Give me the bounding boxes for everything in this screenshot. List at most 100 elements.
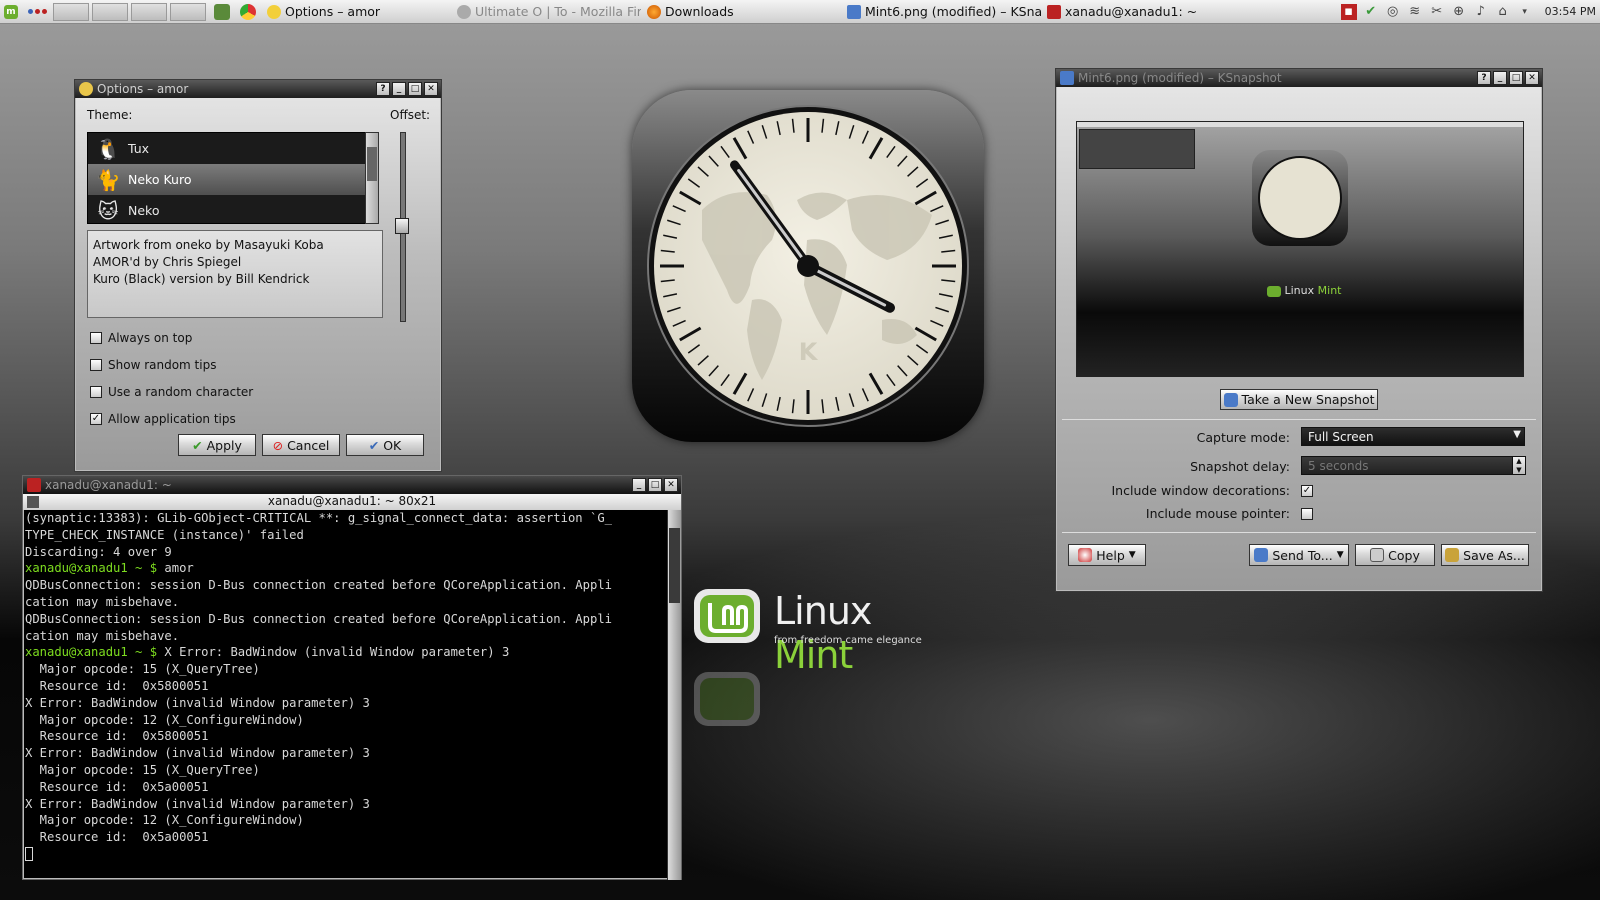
help-lifebuoy-icon bbox=[1078, 548, 1093, 562]
capture-mode-label: Capture mode: bbox=[1196, 430, 1290, 445]
theme-list[interactable]: 🐧 Tux 🐈 Neko Kuro 🐱 Neko bbox=[87, 132, 377, 224]
terminal-line: X Error: BadWindow (invalid Window param… bbox=[25, 745, 667, 762]
save-as-button[interactable]: Save As... bbox=[1441, 544, 1529, 566]
options-title: Options – amor bbox=[97, 82, 189, 96]
mouse-pointer-checkbox[interactable] bbox=[1301, 508, 1313, 520]
terminal-line: Resource id: 0x5800051 bbox=[25, 678, 667, 695]
always-on-top-checkbox[interactable]: Always on top bbox=[90, 331, 192, 345]
analog-clock-widget[interactable]: K bbox=[632, 90, 984, 442]
preview-clock bbox=[1252, 150, 1348, 246]
chevron-down-icon: ▼ bbox=[1513, 429, 1521, 440]
tray-app-icon[interactable]: ▪ bbox=[1340, 3, 1357, 20]
apply-button[interactable]: ✔ Apply bbox=[178, 434, 256, 456]
neko-cat-icon: 🐱 bbox=[97, 198, 119, 223]
ksnapshot-title: Mint6.png (modified) – KSnapshot bbox=[1078, 71, 1282, 85]
terminal-line: X Error: BadWindow (invalid Window param… bbox=[25, 796, 667, 813]
task-firefox[interactable]: Ultimate O | To - Mozilla Fire bbox=[451, 2, 641, 22]
pager-desktop-4[interactable] bbox=[170, 2, 206, 21]
scrollbar-thumb[interactable] bbox=[669, 528, 680, 603]
checkbox-box-checked[interactable]: ✓ bbox=[90, 413, 102, 425]
theme-list-scrollbar[interactable] bbox=[365, 132, 379, 224]
minimize-button[interactable]: _ bbox=[392, 82, 406, 96]
help-button[interactable]: Help ▼ bbox=[1068, 544, 1146, 566]
terminal-line-text: X Error: BadWindow (invalid Window param… bbox=[25, 746, 370, 761]
checkmark-icon: ✔ bbox=[192, 437, 203, 453]
close-button[interactable]: ✕ bbox=[664, 478, 678, 492]
terminal-window: xanadu@xanadu1: ~ _ □ ✕ xanadu@xanadu1: … bbox=[22, 475, 682, 880]
options-titlebar[interactable]: Options – amor ? _ □ ✕ bbox=[75, 80, 441, 98]
home-icon[interactable]: ⌂ bbox=[1495, 4, 1511, 20]
volume-icon[interactable]: ♪ bbox=[1473, 4, 1489, 20]
checkbox-box[interactable] bbox=[90, 332, 102, 344]
pager-desktop-3[interactable] bbox=[131, 2, 167, 21]
pager-desktop-2[interactable] bbox=[92, 2, 128, 21]
pager-desktop-1[interactable] bbox=[53, 2, 89, 21]
tray-expand-icon[interactable]: ▾ bbox=[1517, 4, 1533, 20]
maximize-button[interactable]: □ bbox=[408, 82, 422, 96]
window-decorations-checkbox[interactable]: ✓ bbox=[1301, 485, 1313, 497]
help-window-button[interactable]: ? bbox=[376, 82, 390, 96]
help-window-button[interactable]: ? bbox=[1477, 71, 1491, 85]
ksnapshot-titlebar[interactable]: Mint6.png (modified) – KSnapshot ? _ □ ✕ bbox=[1056, 69, 1542, 87]
preview-mint-logo: Linux Mint bbox=[1267, 284, 1341, 297]
delay-stepper[interactable]: ▲ ▼ bbox=[1512, 456, 1526, 475]
terminal-icon bbox=[27, 478, 41, 492]
cancel-button[interactable]: ⊘ Cancel bbox=[262, 434, 340, 456]
terminal-scrollbar[interactable] bbox=[667, 510, 681, 880]
copy-button[interactable]: Copy bbox=[1355, 544, 1435, 566]
task-options-amor[interactable]: Options – amor bbox=[261, 2, 451, 22]
signal-icon[interactable]: ≋ bbox=[1407, 4, 1423, 20]
task-ksnapshot[interactable]: Mint6.png (modified) – KSnap bbox=[841, 2, 1041, 22]
taskbar-clock[interactable]: 03:54 PM bbox=[1545, 5, 1596, 18]
theme-label: Theme: bbox=[87, 108, 133, 122]
offset-slider-handle[interactable] bbox=[395, 218, 409, 234]
theme-item-tux[interactable]: 🐧 Tux bbox=[88, 133, 376, 164]
minimize-button[interactable]: _ bbox=[632, 478, 646, 492]
terminal-titlebar[interactable]: xanadu@xanadu1: ~ _ □ ✕ bbox=[23, 476, 681, 494]
take-new-snapshot-button[interactable]: Take a New Snapshot bbox=[1220, 389, 1378, 410]
amor-icon bbox=[267, 4, 281, 19]
clock-face: K bbox=[647, 105, 969, 427]
chevron-down-icon: ▼ bbox=[1128, 550, 1136, 560]
send-to-button[interactable]: Send To... ▼ bbox=[1249, 544, 1349, 566]
theme-description: Artwork from oneko by Masayuki Koba AMOR… bbox=[87, 230, 383, 318]
ksnapshot-icon bbox=[1060, 71, 1074, 85]
amor-smiley-icon bbox=[79, 82, 93, 96]
checkbox-box[interactable] bbox=[90, 359, 102, 371]
maximize-button[interactable]: □ bbox=[1509, 71, 1523, 85]
chrome-icon[interactable] bbox=[240, 3, 256, 20]
maximize-button[interactable]: □ bbox=[648, 478, 662, 492]
close-button[interactable]: ✕ bbox=[424, 82, 438, 96]
new-tab-icon[interactable] bbox=[27, 496, 39, 508]
capture-mode-select[interactable]: Full Screen ▼ bbox=[1301, 427, 1525, 446]
snapshot-delay-input[interactable]: 5 seconds bbox=[1301, 456, 1513, 475]
desktop-dots-icon[interactable] bbox=[28, 9, 47, 14]
task-downloads[interactable]: Downloads bbox=[641, 2, 841, 22]
minimize-button[interactable]: _ bbox=[1493, 71, 1507, 85]
application-tips-checkbox[interactable]: ✓ Allow application tips bbox=[90, 412, 236, 426]
options-window: Options – amor ? _ □ ✕ Theme: Offset: 🐧 … bbox=[74, 79, 442, 472]
ok-button[interactable]: ✔ OK bbox=[346, 434, 424, 456]
terminal-tab[interactable]: xanadu@xanadu1: ~ 80x21 bbox=[23, 494, 681, 510]
task-terminal[interactable]: xanadu@xanadu1: ~ bbox=[1041, 2, 1231, 22]
copy-icon bbox=[1370, 548, 1385, 562]
theme-item-neko-kuro[interactable]: 🐈 Neko Kuro bbox=[88, 164, 376, 195]
show-random-tips-checkbox[interactable]: Show random tips bbox=[90, 358, 216, 372]
network-icon[interactable]: ◎ bbox=[1385, 4, 1401, 20]
random-character-checkbox[interactable]: Use a random character bbox=[90, 385, 253, 399]
snapshot-preview[interactable]: Linux Mint bbox=[1076, 121, 1524, 377]
theme-item-neko[interactable]: 🐱 Neko bbox=[88, 195, 376, 223]
scrollbar-thumb[interactable] bbox=[367, 147, 377, 181]
clipboard-scissors-icon[interactable]: ✂ bbox=[1429, 4, 1445, 20]
terminal-output[interactable]: (synaptic:13383): GLib-GObject-CRITICAL … bbox=[23, 510, 669, 880]
app-launcher-icon[interactable] bbox=[214, 3, 230, 20]
checkbox-box[interactable] bbox=[90, 386, 102, 398]
kde-logo: K bbox=[799, 338, 819, 366]
menu-button[interactable]: m bbox=[0, 1, 22, 23]
neko-kuro-cat-icon: 🐈 bbox=[95, 167, 121, 192]
update-check-icon[interactable]: ✔ bbox=[1363, 4, 1379, 20]
terminal-cursor bbox=[25, 847, 33, 862]
close-button[interactable]: ✕ bbox=[1525, 71, 1539, 85]
ksnapshot-icon bbox=[847, 4, 861, 19]
globe-icon[interactable]: ⊕ bbox=[1451, 4, 1467, 20]
